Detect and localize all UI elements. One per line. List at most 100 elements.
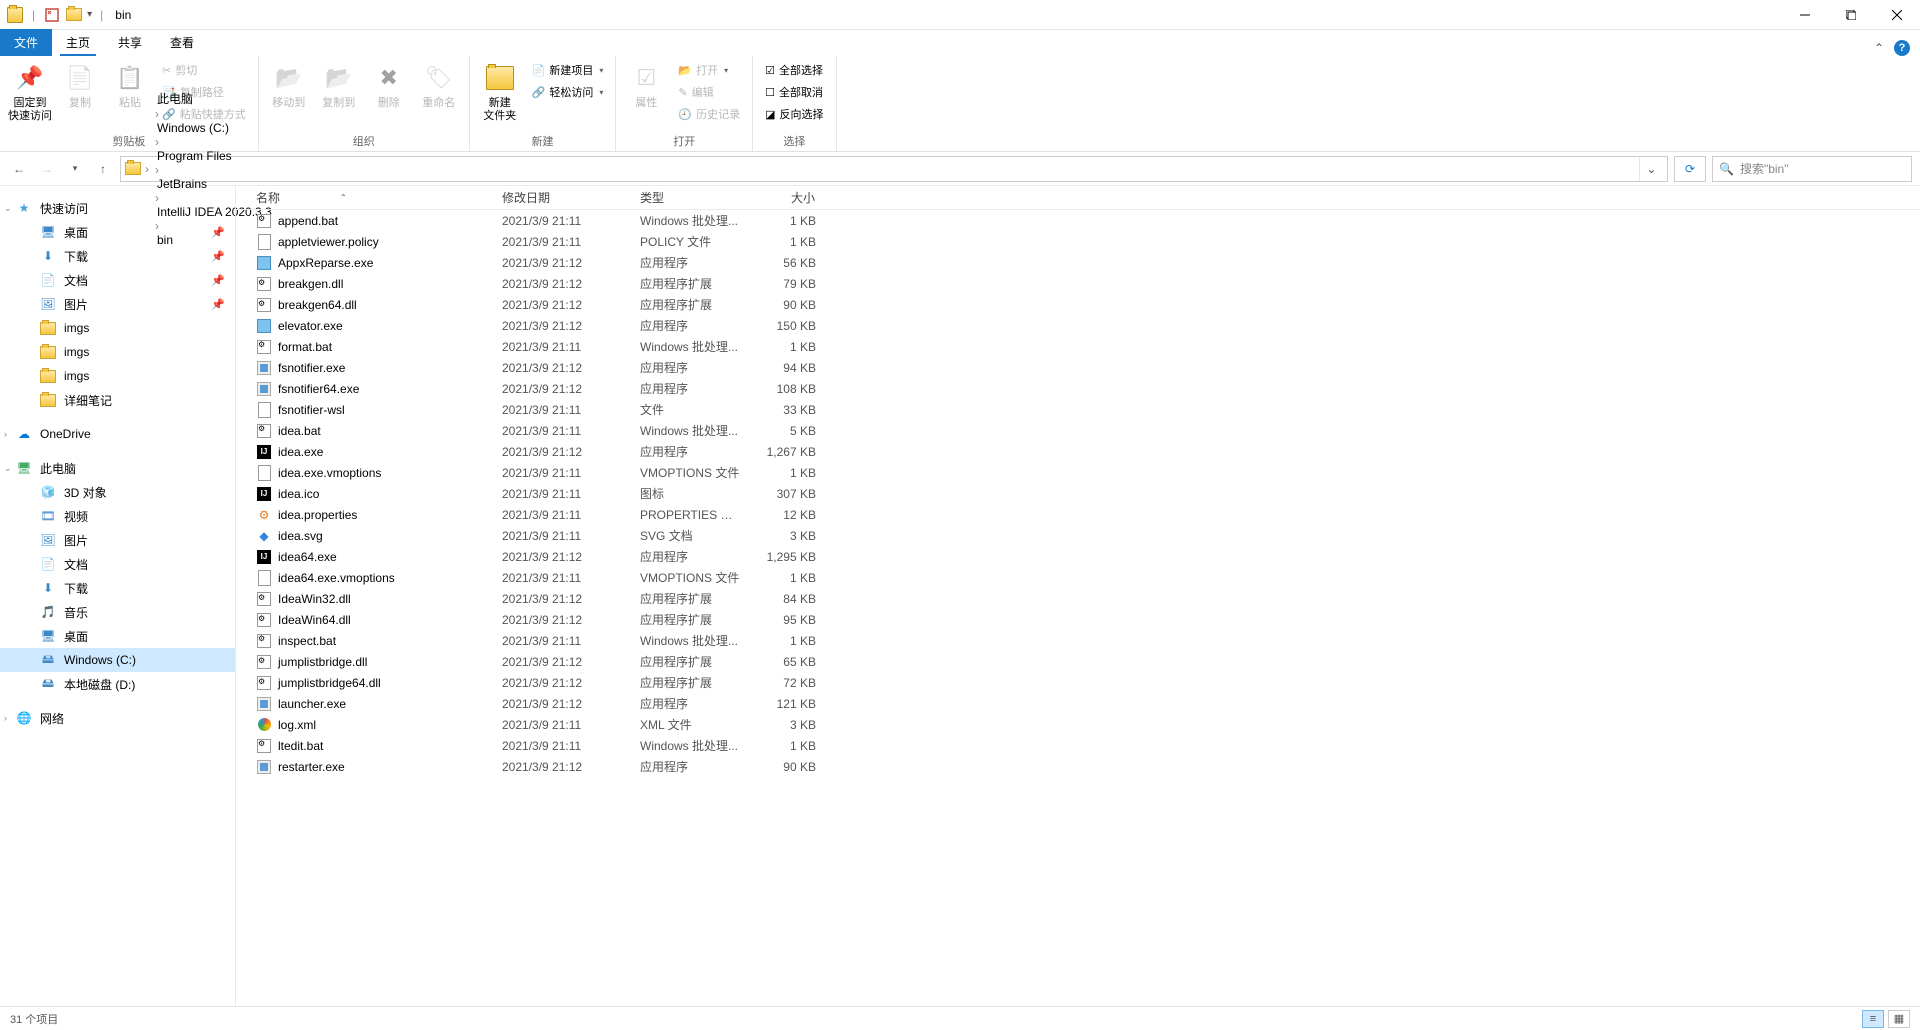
sidebar-qa-item-0[interactable]: 🖥桌面📌 [0, 220, 235, 244]
file-row[interactable]: fsnotifier.exe2021/3/9 21:12应用程序94 KB [236, 357, 1920, 378]
cut-button[interactable]: ✂剪切 [158, 60, 250, 80]
tab-home[interactable]: 主页 [52, 29, 104, 56]
sidebar-qa-item-3[interactable]: 🖼图片📌 [0, 292, 235, 316]
file-list[interactable]: ⚙append.bat2021/3/9 21:11Windows 批处理...1… [236, 210, 1920, 1006]
sidebar-onedrive[interactable]: › ☁ OneDrive [0, 422, 235, 446]
sidebar-pc-item-2[interactable]: 🖼图片 [0, 528, 235, 552]
sidebar-pc-item-3[interactable]: 📄文档 [0, 552, 235, 576]
sidebar-network[interactable]: › 🌐 网络 [0, 706, 235, 730]
copy-to-button[interactable]: 📂复制到 [315, 58, 363, 114]
forward-button[interactable]: → [36, 158, 58, 180]
file-row[interactable]: ⚙idea.bat2021/3/9 21:11Windows 批处理...5 K… [236, 420, 1920, 441]
tab-share[interactable]: 共享 [104, 29, 156, 56]
open-icon: 📂 [678, 64, 692, 77]
sidebar-qa-item-7[interactable]: 详细笔记 [0, 388, 235, 412]
delete-button[interactable]: ✖删除 [365, 58, 413, 114]
address-bar[interactable]: › 此电脑›Windows (C:)›Program Files›JetBrai… [120, 156, 1668, 182]
file-row[interactable]: launcher.exe2021/3/9 21:12应用程序121 KB [236, 693, 1920, 714]
invert-selection-button[interactable]: ◪反向选择 [761, 104, 827, 124]
file-row[interactable]: ⚙IdeaWin64.dll2021/3/9 21:12应用程序扩展95 KB [236, 609, 1920, 630]
file-row[interactable]: idea64.exe.vmoptions2021/3/9 21:11VMOPTI… [236, 567, 1920, 588]
tab-file[interactable]: 文件 [0, 29, 52, 56]
help-icon[interactable]: ? [1894, 40, 1910, 56]
file-row[interactable]: ⚙breakgen64.dll2021/3/9 21:12应用程序扩展90 KB [236, 294, 1920, 315]
sidebar-qa-item-4[interactable]: imgs [0, 316, 235, 340]
file-row[interactable]: fsnotifier-wsl2021/3/9 21:11文件33 KB [236, 399, 1920, 420]
file-row[interactable]: ⚙inspect.bat2021/3/9 21:11Windows 批处理...… [236, 630, 1920, 651]
file-row[interactable]: ⚙jumplistbridge.dll2021/3/9 21:12应用程序扩展6… [236, 651, 1920, 672]
qat-customize[interactable]: ▾ [87, 9, 92, 20]
sidebar-qa-item-1[interactable]: ⬇下载📌 [0, 244, 235, 268]
new-item-button[interactable]: 📄新建项目▾ [528, 60, 608, 80]
select-none-button[interactable]: ☐全部取消 [761, 82, 827, 102]
file-row[interactable]: IJidea.exe2021/3/9 21:12应用程序1,267 KB [236, 441, 1920, 462]
column-date[interactable]: 修改日期 [494, 186, 632, 209]
file-row[interactable]: elevator.exe2021/3/9 21:12应用程序150 KB [236, 315, 1920, 336]
sidebar-pc-item-5[interactable]: 🎵音乐 [0, 600, 235, 624]
pin-to-quick-access-button[interactable]: 📌固定到 快速访问 [6, 58, 54, 127]
sidebar-pc-item-0[interactable]: 🧊3D 对象 [0, 480, 235, 504]
maximize-button[interactable] [1828, 0, 1874, 30]
cut-icon: ✂ [162, 64, 171, 77]
file-row[interactable]: ⚙append.bat2021/3/9 21:11Windows 批处理...1… [236, 210, 1920, 231]
file-row[interactable]: IJidea.ico2021/3/9 21:11图标307 KB [236, 483, 1920, 504]
file-row[interactable]: idea.exe.vmoptions2021/3/9 21:11VMOPTION… [236, 462, 1920, 483]
breadcrumb-2[interactable]: Program Files [153, 149, 276, 163]
file-row[interactable]: ⚙ltedit.bat2021/3/9 21:11Windows 批处理...1… [236, 735, 1920, 756]
file-row[interactable]: appletviewer.policy2021/3/9 21:11POLICY … [236, 231, 1920, 252]
sidebar-qa-item-6[interactable]: imgs [0, 364, 235, 388]
history-button[interactable]: 🕘历史记录 [674, 104, 744, 124]
sidebar-this-pc[interactable]: ⌄ 🖥 此电脑 [0, 456, 235, 480]
easy-access-button[interactable]: 🔗轻松访问▾ [528, 82, 608, 102]
breadcrumb-1[interactable]: Windows (C:) [153, 121, 276, 135]
sidebar-pc-item-7[interactable]: 🖴Windows (C:) [0, 648, 235, 672]
ribbon-collapse-icon[interactable]: ⌃ [1874, 41, 1884, 55]
address-dropdown[interactable]: ⌄ [1639, 157, 1663, 181]
copy-button[interactable]: 📄复制 [56, 58, 104, 114]
new-folder-button[interactable]: 新建 文件夹 [476, 58, 524, 127]
sidebar-qa-item-5[interactable]: imgs [0, 340, 235, 364]
file-row[interactable]: ⚙format.bat2021/3/9 21:11Windows 批处理...1… [236, 336, 1920, 357]
icons-view-button[interactable]: ▦ [1888, 1010, 1910, 1028]
breadcrumb-0[interactable]: 此电脑 [153, 90, 276, 107]
file-row[interactable]: AppxReparse.exe2021/3/9 21:12应用程序56 KB [236, 252, 1920, 273]
rename-button[interactable]: 🏷重命名 [415, 58, 463, 114]
sidebar-qa-item-2[interactable]: 📄文档📌 [0, 268, 235, 292]
sidebar-pc-item-4[interactable]: ⬇下载 [0, 576, 235, 600]
open-button[interactable]: 📂打开▾ [674, 60, 744, 80]
minimize-button[interactable] [1782, 0, 1828, 30]
file-row[interactable]: fsnotifier64.exe2021/3/9 21:12应用程序108 KB [236, 378, 1920, 399]
paste-button[interactable]: 📋粘贴 [106, 58, 154, 114]
sidebar-pc-item-1[interactable]: 🎞视频 [0, 504, 235, 528]
refresh-button[interactable]: ⟳ [1674, 156, 1706, 182]
column-name[interactable]: 名称 ⌃ [236, 186, 494, 209]
file-row[interactable]: IJidea64.exe2021/3/9 21:12应用程序1,295 KB [236, 546, 1920, 567]
edit-button[interactable]: ✎编辑 [674, 82, 744, 102]
file-row[interactable]: ⚙jumplistbridge64.dll2021/3/9 21:12应用程序扩… [236, 672, 1920, 693]
sidebar-pc-item-8[interactable]: 🖴本地磁盘 (D:) [0, 672, 235, 696]
file-row[interactable]: ◆idea.svg2021/3/9 21:11SVG 文档3 KB [236, 525, 1920, 546]
up-button[interactable]: ↑ [92, 158, 114, 180]
file-row[interactable]: log.xml2021/3/9 21:11XML 文件3 KB [236, 714, 1920, 735]
column-size[interactable]: 大小 [752, 186, 824, 209]
tab-view[interactable]: 查看 [156, 29, 208, 56]
file-row[interactable]: ⚙breakgen.dll2021/3/9 21:12应用程序扩展79 KB [236, 273, 1920, 294]
close-button[interactable] [1874, 0, 1920, 30]
column-type[interactable]: 类型 [632, 186, 752, 209]
sidebar-quick-access[interactable]: ⌄ ★ 快速访问 [0, 196, 235, 220]
properties-button[interactable]: ☑属性 [622, 58, 670, 114]
sidebar-pc-item-6[interactable]: 🖥桌面 [0, 624, 235, 648]
select-all-button[interactable]: ☑全部选择 [761, 60, 827, 80]
back-button[interactable]: ← [8, 158, 30, 180]
file-row[interactable]: ⚙idea.properties2021/3/9 21:11PROPERTIES… [236, 504, 1920, 525]
recent-locations-button[interactable]: ▾ [64, 158, 86, 180]
qat-new-folder-icon[interactable] [65, 6, 83, 24]
file-name: idea.exe [278, 445, 323, 459]
navigation-pane[interactable]: ⌄ ★ 快速访问 🖥桌面📌⬇下载📌📄文档📌🖼图片📌imgsimgsimgs详细笔… [0, 186, 236, 1006]
file-row[interactable]: restarter.exe2021/3/9 21:12应用程序90 KB [236, 756, 1920, 777]
search-box[interactable]: 🔍 搜索"bin" [1712, 156, 1912, 182]
details-view-button[interactable]: ≡ [1862, 1010, 1884, 1028]
file-row[interactable]: ⚙IdeaWin32.dll2021/3/9 21:12应用程序扩展84 KB [236, 588, 1920, 609]
qat-properties-icon[interactable] [43, 6, 61, 24]
onedrive-icon: ☁ [16, 426, 32, 442]
